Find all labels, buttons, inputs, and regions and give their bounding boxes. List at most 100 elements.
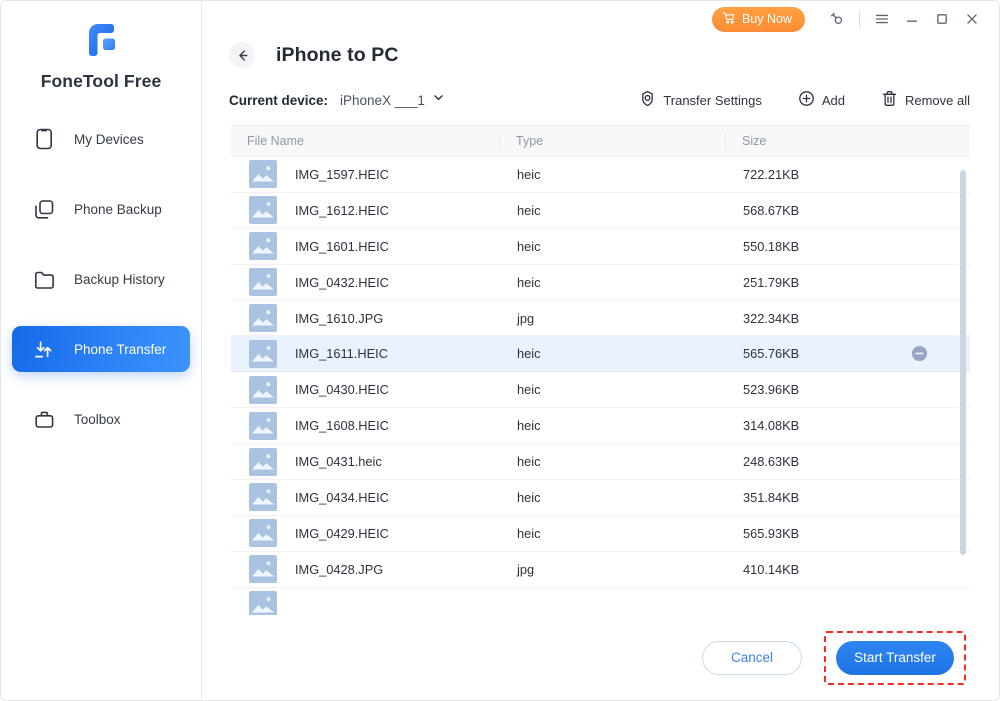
sidebar-item-label: Backup History [74,272,165,287]
table-row[interactable]: IMG_1597.HEIC heic 722.21KB [231,157,970,193]
image-thumbnail-icon [249,232,277,260]
cell-file-name: IMG_1611.HEIC [295,346,501,361]
hamburger-menu-icon[interactable] [867,4,897,34]
cancel-button[interactable]: Cancel [702,641,802,675]
brand: FoneTool Free [1,1,201,92]
table-row[interactable]: IMG_1611.HEIC heic 565.76KB [231,336,970,372]
cell-file-name: IMG_0432.HEIC [295,275,501,290]
table-row[interactable]: IMG_0428.JPG jpg 410.14KB [231,552,970,588]
device-dropdown[interactable]: iPhoneX ___1 [340,91,445,109]
image-thumbnail-icon [249,268,277,296]
sidebar-item-label: My Devices [74,132,144,147]
brand-name: FoneTool Free [41,71,162,92]
image-thumbnail-icon [249,483,277,511]
back-arrow-icon[interactable] [229,42,255,68]
table-row[interactable] [231,588,970,615]
page-header: iPhone to PC [202,35,999,75]
start-transfer-annotation-box: Start Transfer [824,631,966,685]
phone-icon [32,127,56,151]
buy-now-button[interactable]: Buy Now [712,7,805,32]
start-transfer-button[interactable]: Start Transfer [836,641,954,675]
file-table: File Name Type Size IMG_1597.HEIC heic 7… [231,125,970,615]
add-button[interactable]: Add [798,90,845,110]
sidebar-item-phone-transfer[interactable]: Phone Transfer [12,326,190,372]
table-row[interactable]: IMG_0434.HEIC heic 351.84KB [231,480,970,516]
image-thumbnail-icon [249,555,277,583]
sidebar-item-my-devices[interactable]: My Devices [12,116,190,162]
cell-size: 410.14KB [727,562,970,577]
image-thumbnail-icon [249,448,277,476]
cell-type: jpg [501,562,727,577]
key-icon[interactable] [822,4,852,34]
remove-all-button[interactable]: Remove all [881,90,970,110]
table-row[interactable]: IMG_0429.HEIC heic 565.93KB [231,516,970,552]
plus-circle-icon [798,90,815,110]
copy-stack-icon [32,197,56,221]
cell-file-name: IMG_1610.JPG [295,311,501,326]
sidebar: FoneTool Free My Devices [1,1,202,700]
cell-type: heic [501,239,727,254]
cell-size: 523.96KB [727,382,970,397]
sidebar-item-label: Phone Backup [74,202,162,217]
cell-type: heic [501,454,727,469]
table-row[interactable]: IMG_0432.HEIC heic 251.79KB [231,265,970,301]
cell-type: heic [501,275,727,290]
trash-icon [881,90,898,110]
table-row[interactable]: IMG_1612.HEIC heic 568.67KB [231,193,970,229]
toolbox-icon [32,407,56,431]
cell-file-name: IMG_0430.HEIC [295,382,501,397]
fonetool-logo-icon [80,19,122,61]
cell-file-name: IMG_0429.HEIC [295,526,501,541]
maximize-icon[interactable] [927,4,957,34]
image-thumbnail-icon [249,412,277,440]
cell-type: heic [501,490,727,505]
cell-size: 568.67KB [727,203,970,218]
current-device-label: Current device: [229,93,328,108]
table-row[interactable]: IMG_1608.HEIC heic 314.08KB [231,408,970,444]
sidebar-item-backup-history[interactable]: Backup History [12,256,190,302]
page-title: iPhone to PC [276,44,399,67]
table-row[interactable]: IMG_0431.heic heic 248.63KB [231,444,970,480]
cell-type: heic [501,382,727,397]
sidebar-item-phone-backup[interactable]: Phone Backup [12,186,190,232]
column-header-file-name: File Name [231,133,499,149]
main-content: Buy Now [202,1,999,700]
table-scrollbar-thumb[interactable] [960,170,966,555]
cell-type: heic [501,418,727,433]
cell-size: 314.08KB [727,418,970,433]
table-row[interactable]: IMG_0430.HEIC heic 523.96KB [231,372,970,408]
image-thumbnail-icon [249,376,277,404]
image-thumbnail-icon [249,304,277,332]
footer-actions: Cancel Start Transfer [202,615,999,700]
close-icon[interactable] [957,4,987,34]
application-window: FoneTool Free My Devices [0,0,1000,701]
chevron-down-icon [432,91,445,109]
cell-file-name: IMG_1612.HEIC [295,203,501,218]
table-header-row: File Name Type Size [231,126,970,157]
device-toolbar: Current device: iPhoneX ___1 [202,79,999,121]
add-label: Add [822,93,845,108]
table-row[interactable]: IMG_1601.HEIC heic 550.18KB [231,229,970,265]
cell-file-name: IMG_1597.HEIC [295,167,501,182]
table-row[interactable]: IMG_1610.JPG jpg 322.34KB [231,301,970,337]
buy-now-label: Buy Now [742,12,792,26]
cell-size: 722.21KB [727,167,970,182]
transfer-settings-button[interactable]: Transfer Settings [639,90,762,110]
sidebar-item-label: Phone Transfer [74,342,166,357]
cell-size: 351.84KB [727,490,970,505]
cell-file-name: IMG_1608.HEIC [295,418,501,433]
remove-all-label: Remove all [905,93,970,108]
column-header-size: Size [725,133,970,149]
minus-circle-icon[interactable] [911,345,928,362]
transfer-settings-label: Transfer Settings [663,93,762,108]
image-thumbnail-icon [249,519,277,547]
transfer-arrows-icon [32,337,56,361]
table-scrollbar-track[interactable] [960,157,966,615]
cell-type: heic [501,167,727,182]
cell-file-name: IMG_1601.HEIC [295,239,501,254]
sidebar-item-toolbox[interactable]: Toolbox [12,396,190,442]
minimize-icon[interactable] [897,4,927,34]
cell-type: heic [501,346,727,361]
table-body: IMG_1597.HEIC heic 722.21KB IMG_1612.HEI… [231,157,970,615]
sidebar-item-label: Toolbox [74,412,121,427]
